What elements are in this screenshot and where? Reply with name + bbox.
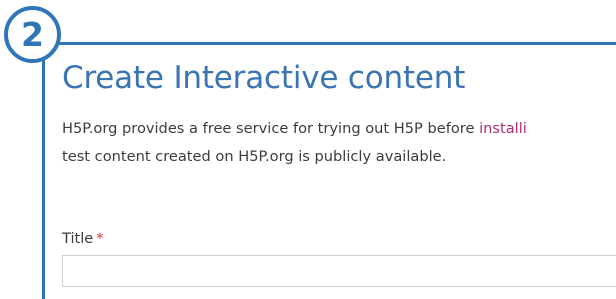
step-number: 2 [21,15,44,54]
description-line-1: H5P.org provides a free service for tryi… [62,115,616,143]
tutorial-screenshot: 2 Create Interactive content H5P.org pro… [0,0,616,299]
installing-link[interactable]: installi [479,120,527,137]
required-asterisk: * [96,230,104,247]
title-input[interactable] [62,255,616,287]
description-text-1: H5P.org provides a free service for tryi… [62,120,480,137]
intro-description: H5P.org provides a free service for tryi… [62,115,616,171]
page-title: Create Interactive content [62,60,466,96]
title-label-text: Title [62,230,94,247]
create-content-section: Create Interactive content H5P.org provi… [62,0,616,299]
callout-frame-left [42,42,45,299]
title-field-label: Title * [62,230,104,247]
description-line-2: test content created on H5P.org is publi… [62,148,447,165]
step-number-badge: 2 [4,6,61,63]
